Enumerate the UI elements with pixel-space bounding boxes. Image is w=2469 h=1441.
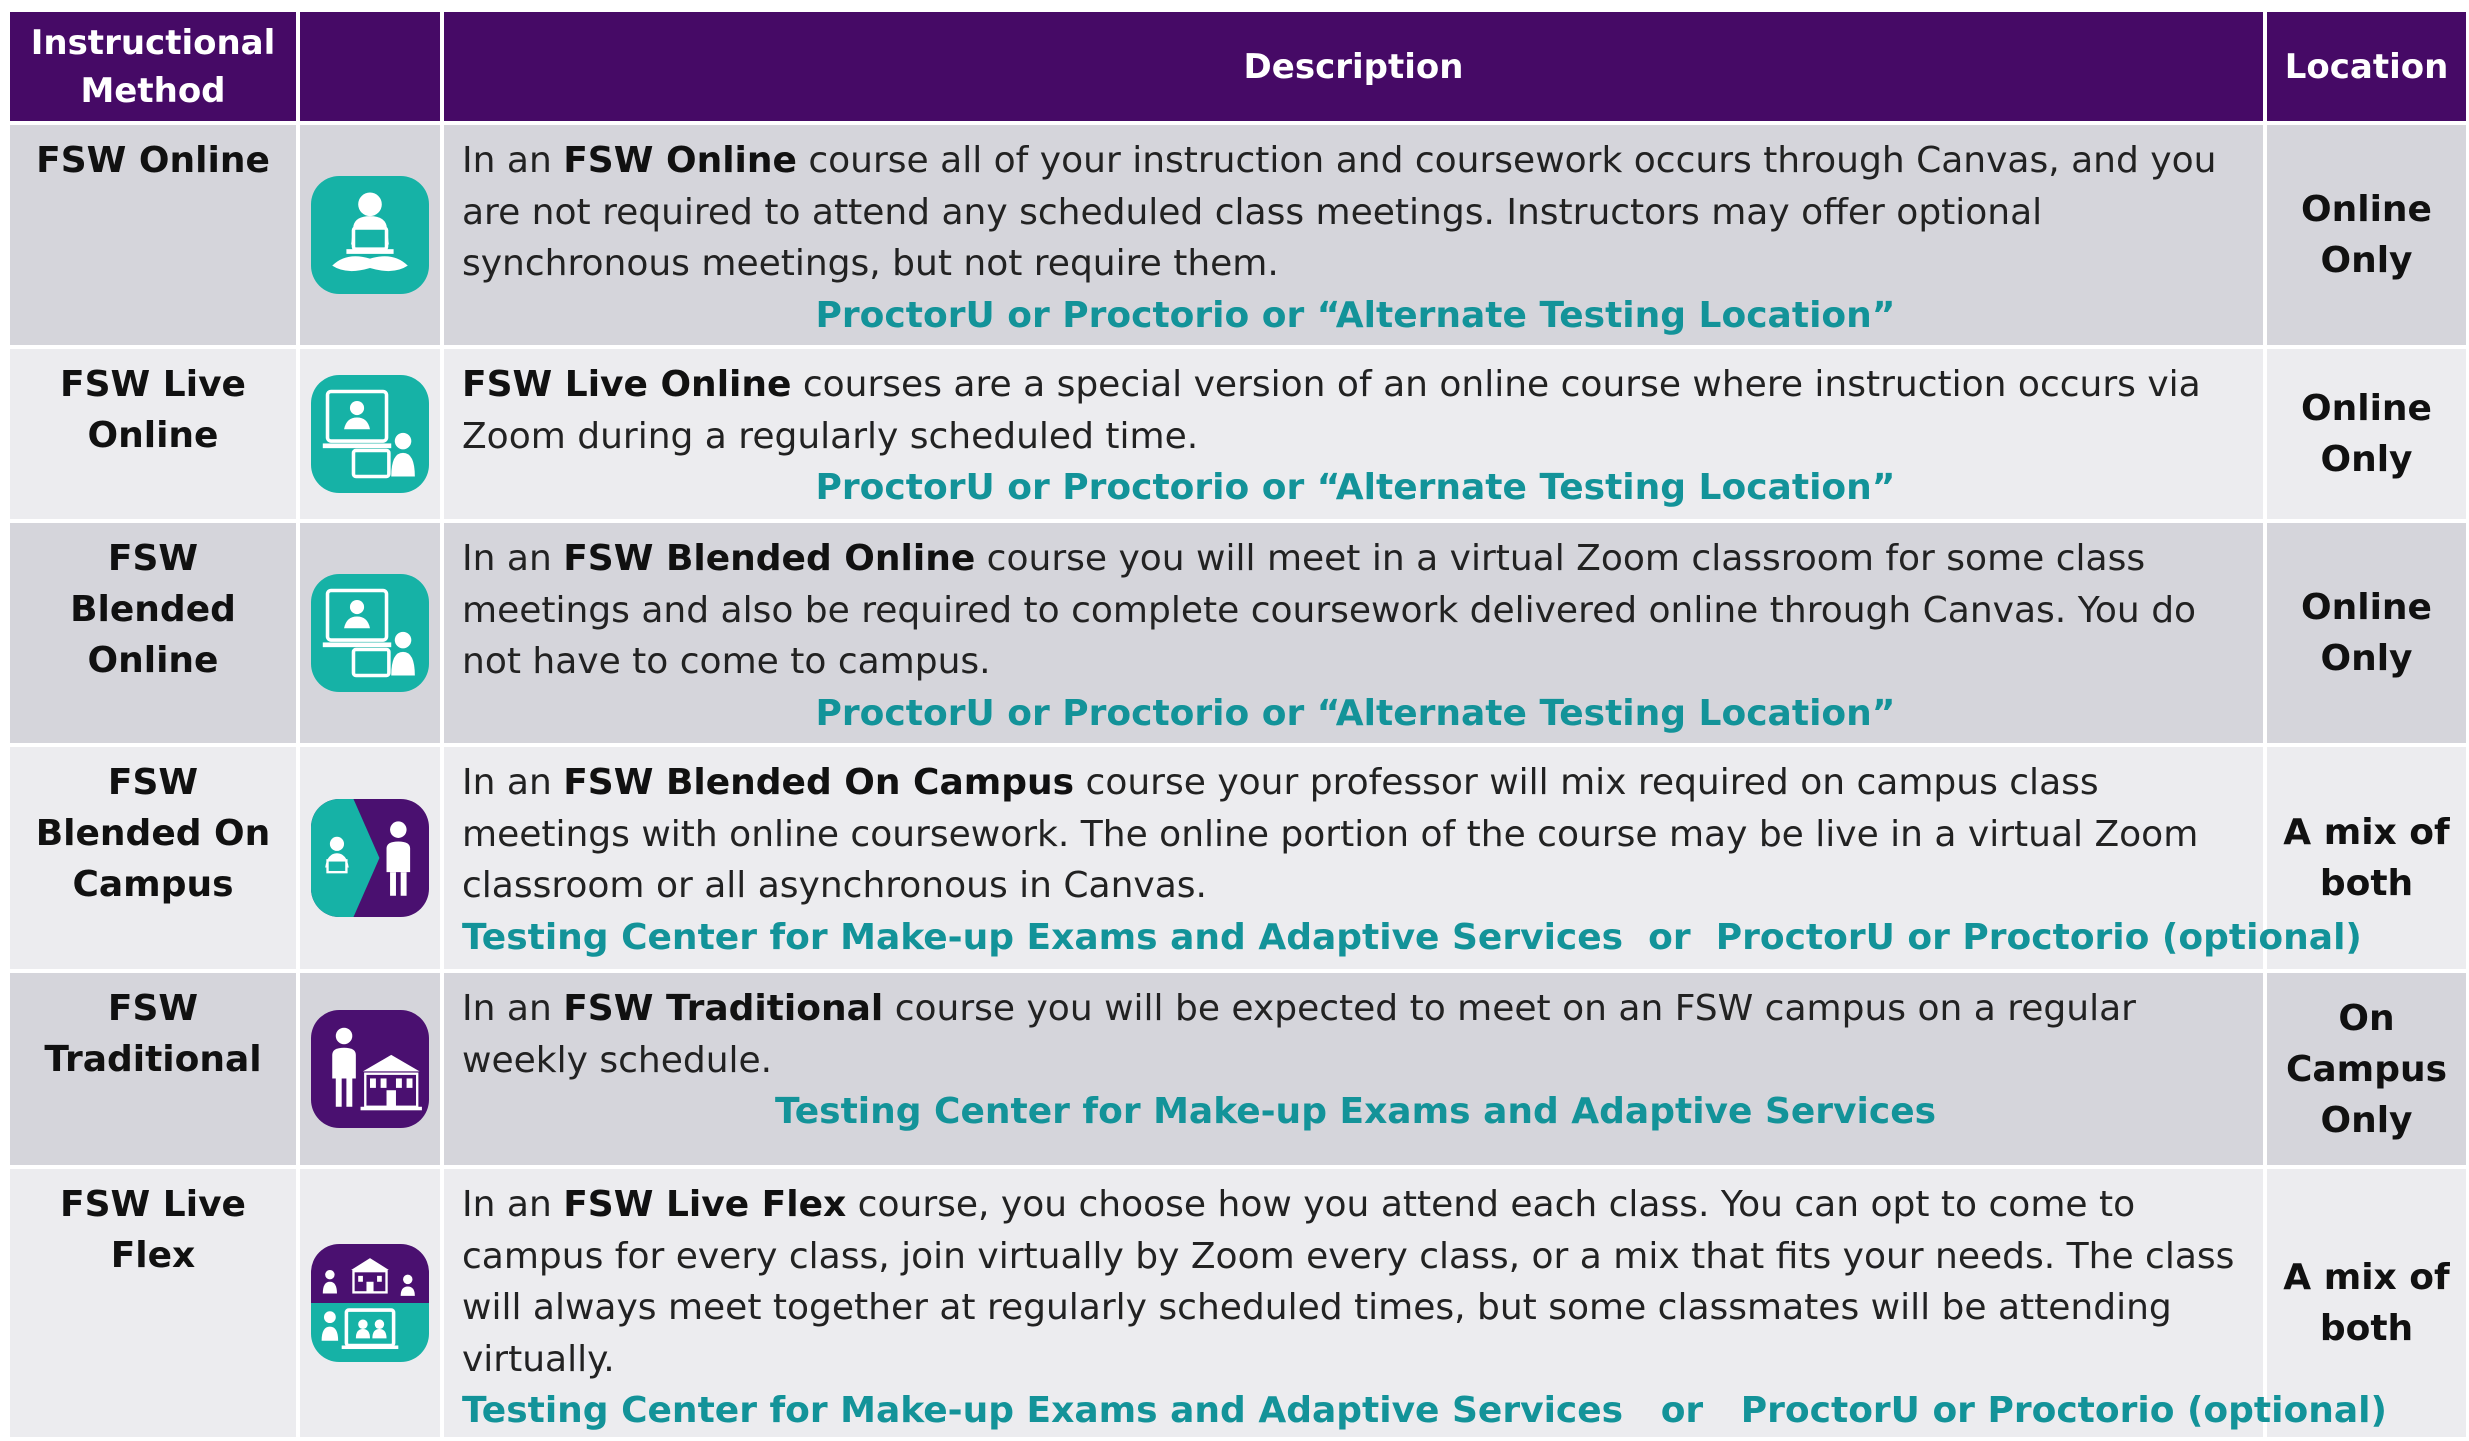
description-lead: In an — [462, 538, 564, 579]
description-highlight: FSW Blended On Campus — [563, 762, 1075, 803]
description-highlight: FSW Live Flex — [563, 1184, 847, 1225]
description-lead: In an — [462, 762, 564, 803]
description-lead: In an — [462, 140, 564, 181]
method-name: FSW Blended Online — [10, 523, 296, 743]
header-icon — [300, 12, 440, 121]
table-row: FSW Online In an FSW Online course all o… — [10, 125, 2466, 345]
method-location: Online Only — [2267, 349, 2466, 519]
method-description: In an FSW Traditional course you will be… — [444, 973, 2263, 1165]
person-laptop-icon — [311, 176, 429, 294]
method-location: A mix of both — [2267, 1169, 2466, 1437]
zoom-lecture-icon — [311, 375, 429, 493]
method-description: In an FSW Live Flex course, you choose h… — [444, 1169, 2387, 1437]
testing-options: ProctorU or Proctorio or “Alternate Test… — [815, 692, 1896, 734]
method-location: Online Only — [2267, 523, 2466, 743]
blended-campus-icon — [311, 799, 429, 917]
table-row: FSW Blended Online In an FSW Blended Onl… — [10, 523, 2466, 743]
method-description: FSW Live Online courses are a special ve… — [444, 349, 2263, 519]
testing-options: Testing Center for Make-up Exams and Ada… — [462, 916, 2362, 958]
method-name: FSW Traditional — [10, 973, 296, 1165]
description-lead: In an — [462, 988, 564, 1029]
description-highlight: FSW Live Online — [462, 364, 792, 405]
method-description: In an FSW Blended On Campus course your … — [444, 747, 2362, 969]
method-name: FSW Live Online — [10, 349, 296, 519]
testing-options: Testing Center for Make-up Exams and Ada… — [774, 1091, 1937, 1132]
method-location: Online Only — [2267, 125, 2466, 345]
table-row: FSW Live Online FSW Live Online courses … — [10, 349, 2466, 519]
description-highlight: FSW Traditional — [563, 988, 884, 1029]
testing-options: ProctorU or Proctorio or “Alternate Test… — [815, 467, 1896, 508]
testing-options: ProctorU or Proctorio or “Alternate Test… — [815, 294, 1896, 336]
table-row: FSW Traditional In an FSW Traditional co… — [10, 973, 2466, 1165]
description-highlight: FSW Online — [563, 140, 797, 181]
header-description: Description — [444, 12, 2263, 121]
zoom-lecture-icon — [311, 574, 429, 692]
method-name: FSW Blended On Campus — [10, 747, 296, 969]
header-row: Instructional Method Description Locatio… — [10, 12, 2466, 121]
table-row: FSW Live Flex In an FSW Live Flex course… — [10, 1169, 2466, 1437]
campus-building-icon — [311, 1010, 429, 1128]
description-highlight: FSW Blended Online — [563, 538, 976, 579]
method-description: In an FSW Online course all of your inst… — [444, 125, 2263, 345]
table-row: FSW Blended On Campus In an FSW Blended … — [10, 747, 2466, 969]
header-location: Location — [2267, 12, 2466, 121]
method-location: On Campus Only — [2267, 973, 2466, 1165]
instructional-methods-table: Instructional Method Description Locatio… — [6, 8, 2469, 1441]
header-method: Instructional Method — [10, 12, 296, 121]
live-flex-icon — [311, 1243, 429, 1362]
method-description: In an FSW Blended Online course you will… — [444, 523, 2263, 743]
method-name: FSW Live Flex — [10, 1169, 296, 1437]
description-lead: In an — [462, 1184, 564, 1225]
method-name: FSW Online — [10, 125, 296, 345]
